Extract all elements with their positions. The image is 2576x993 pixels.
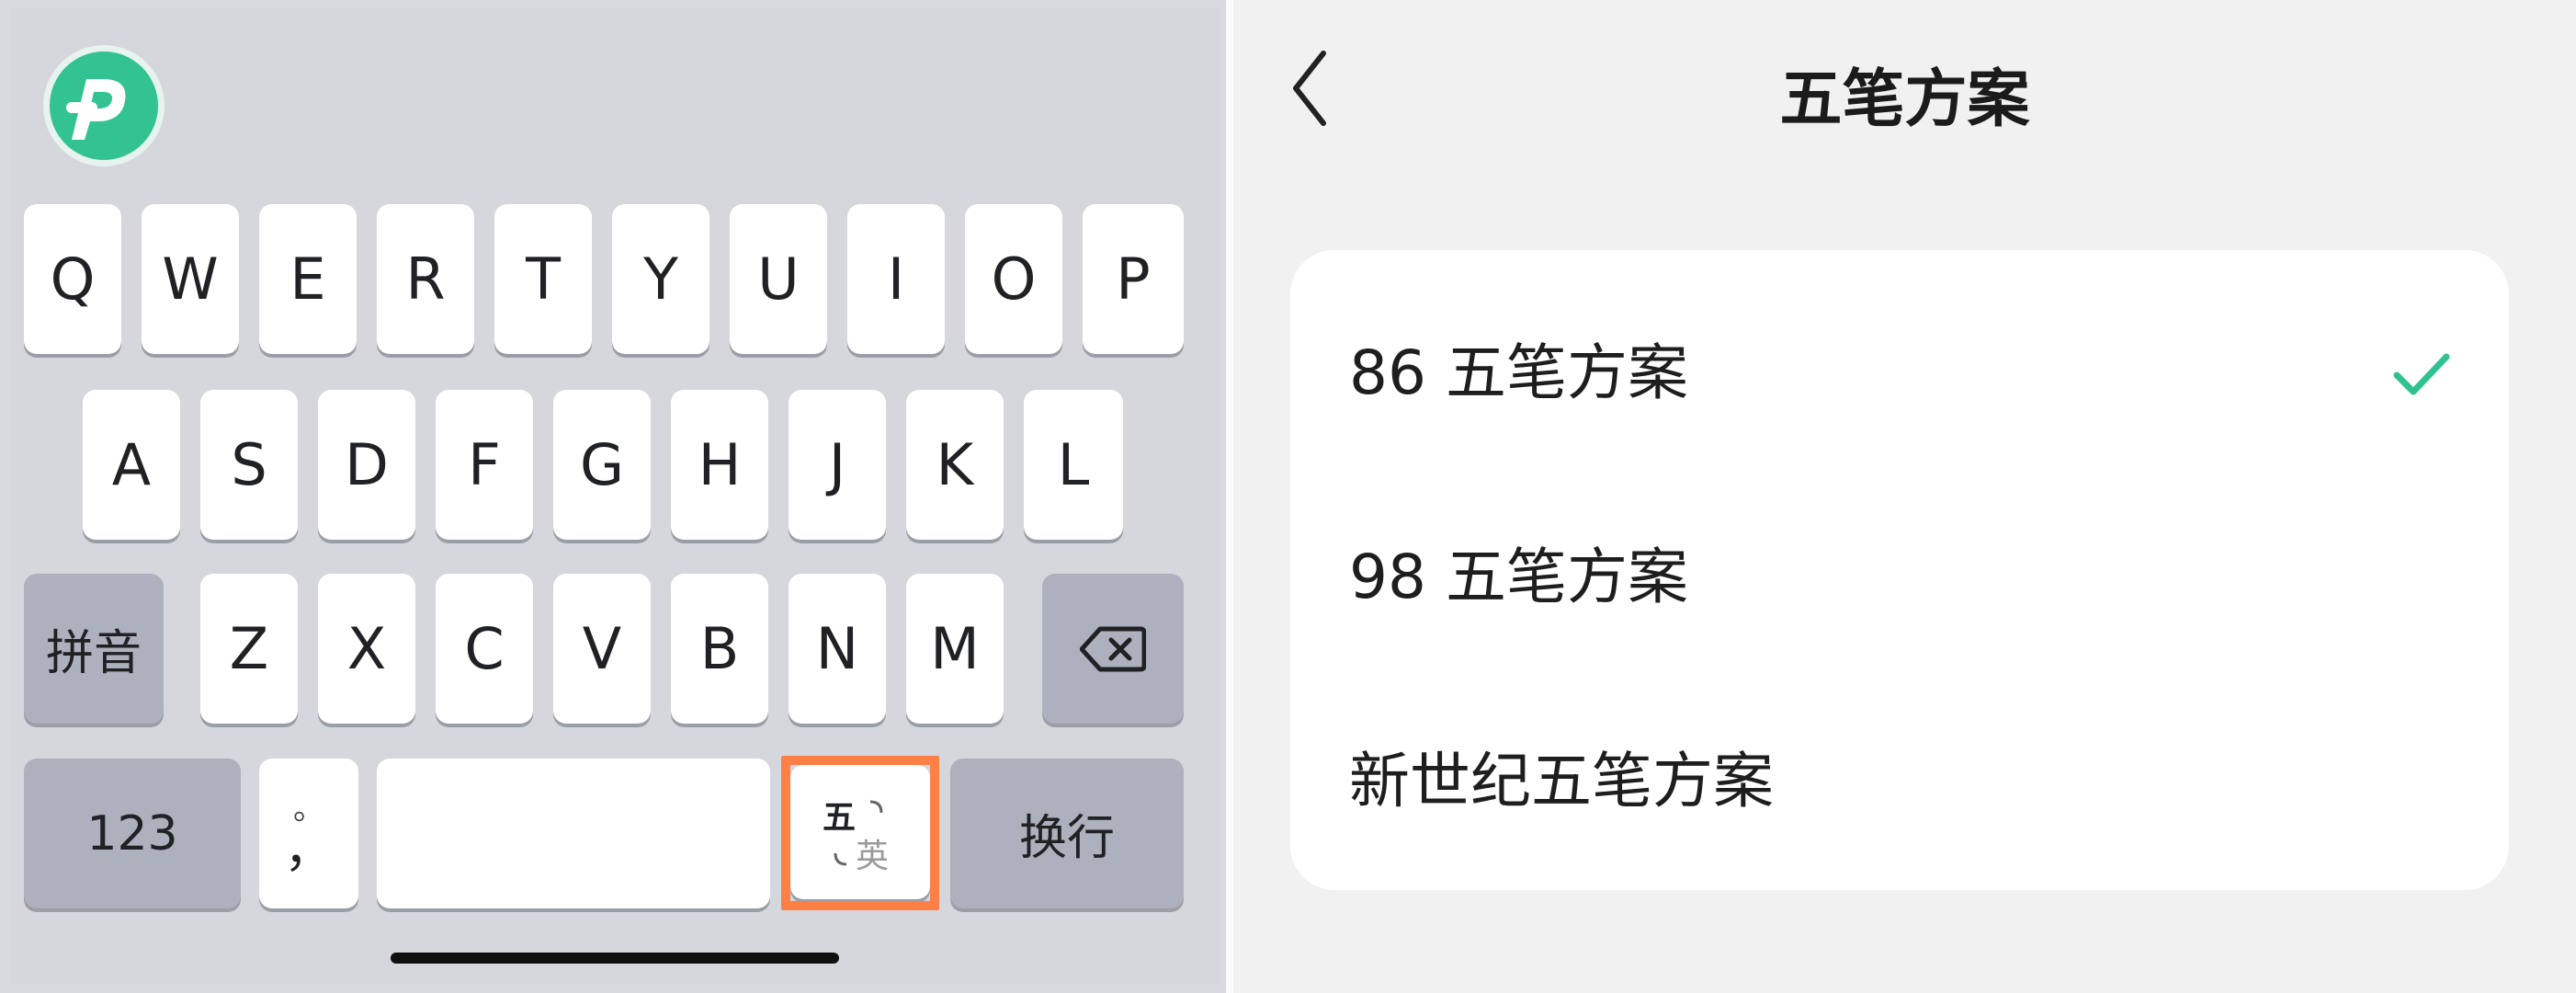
key-d[interactable]: D (318, 390, 415, 540)
backspace-icon (1080, 626, 1146, 671)
key-label: N (815, 615, 859, 682)
checkmark-icon (2393, 353, 2450, 395)
key-f[interactable]: F (436, 390, 533, 540)
number-mode-key[interactable]: 123 (24, 759, 241, 908)
key-g[interactable]: G (553, 390, 651, 540)
key-label: X (346, 615, 387, 682)
key-label: F (468, 431, 501, 498)
key-label: U (757, 245, 800, 313)
key-z[interactable]: Z (200, 574, 298, 724)
key-t[interactable]: T (494, 204, 592, 354)
option-label: 98 五笔方案 (1349, 542, 1688, 612)
key-label: G (579, 431, 625, 498)
app-logo-icon[interactable] (50, 51, 158, 160)
option-98-wubi[interactable]: 98 五笔方案 (1290, 471, 2509, 673)
key-b[interactable]: B (671, 574, 768, 724)
backspace-key[interactable] (1042, 574, 1184, 724)
punctuation-key[interactable]: 。 ， (259, 759, 358, 908)
key-h[interactable]: H (671, 390, 768, 540)
option-label: 新世纪五笔方案 (1349, 746, 1774, 816)
key-r[interactable]: R (377, 204, 474, 354)
enter-label: 换行 (1018, 811, 1115, 866)
enter-key[interactable]: 换行 (950, 759, 1184, 908)
key-m[interactable]: M (906, 574, 1004, 724)
options-card: 86 五笔方案 98 五笔方案 新世纪五笔方案 (1290, 250, 2509, 890)
key-label: E (289, 245, 326, 313)
space-key[interactable] (377, 759, 770, 908)
key-label: W (162, 245, 219, 313)
key-label: R (405, 245, 446, 313)
key-label: P (1116, 245, 1151, 313)
key-i[interactable]: I (847, 204, 945, 354)
key-label: J (828, 431, 846, 498)
key-n[interactable]: N (789, 574, 886, 724)
panel-divider (1226, 0, 1233, 993)
key-y[interactable]: Y (612, 204, 709, 354)
keyboard-panel: Q W E R T Y U I O P A S D F G H J K L 拼音… (0, 0, 1226, 993)
home-indicator[interactable] (391, 953, 839, 964)
key-k[interactable]: K (906, 390, 1004, 540)
key-label: O (991, 245, 1037, 313)
key-e[interactable]: E (259, 204, 357, 354)
punct-comma: ， (284, 819, 334, 878)
key-x[interactable]: X (318, 574, 415, 724)
highlight-box (781, 756, 939, 910)
key-p[interactable]: P (1083, 204, 1184, 354)
key-label: V (582, 615, 622, 682)
key-label: T (526, 245, 561, 313)
key-a[interactable]: A (83, 390, 180, 540)
key-label: B (699, 615, 740, 682)
key-label: Y (643, 245, 678, 313)
key-o[interactable]: O (965, 204, 1062, 354)
settings-panel: 五笔方案 86 五笔方案 98 五笔方案 新世纪五笔方案 (1233, 0, 2576, 993)
page-title: 五笔方案 (1779, 63, 2030, 136)
pinyin-label: 拼音 (45, 626, 142, 681)
key-label: K (936, 431, 974, 498)
key-w[interactable]: W (142, 204, 239, 354)
number-mode-label: 123 (86, 805, 178, 862)
key-label: S (231, 431, 267, 498)
key-label: L (1057, 431, 1090, 498)
key-s[interactable]: S (200, 390, 298, 540)
pinyin-key[interactable]: 拼音 (24, 574, 164, 724)
key-label: C (464, 615, 505, 682)
key-label: A (111, 431, 152, 498)
key-label: H (698, 431, 742, 498)
key-label: M (930, 615, 980, 682)
key-c[interactable]: C (436, 574, 533, 724)
option-label: 86 五笔方案 (1349, 337, 1688, 408)
key-q[interactable]: Q (24, 204, 121, 354)
option-new-century-wubi[interactable]: 新世纪五笔方案 (1290, 675, 2509, 877)
key-label: Q (50, 245, 96, 313)
key-l[interactable]: L (1024, 390, 1123, 540)
key-j[interactable]: J (789, 390, 886, 540)
key-u[interactable]: U (730, 204, 827, 354)
key-v[interactable]: V (553, 574, 651, 724)
key-label: Z (229, 615, 269, 682)
option-86-wubi[interactable]: 86 五笔方案 (1290, 267, 2509, 469)
key-label: I (887, 245, 905, 313)
key-label: D (345, 431, 389, 498)
